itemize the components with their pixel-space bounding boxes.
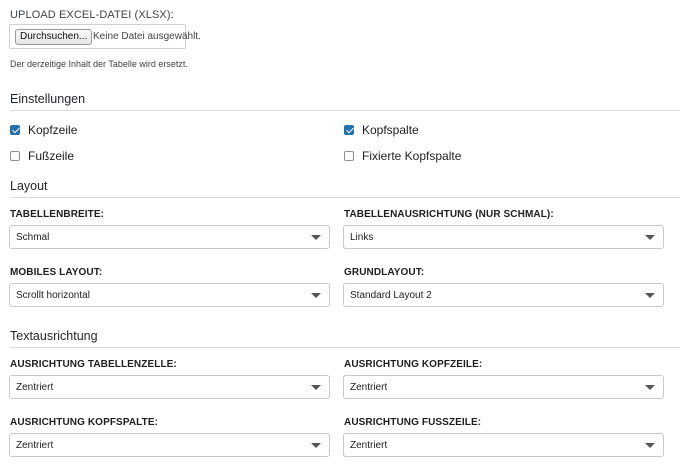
checkbox-fusszeile[interactable]: Fußzeile [10,149,74,163]
chevron-down-icon [311,442,321,448]
checkbox-fixierte-kopfspalte[interactable]: Fixierte Kopfspalte [344,149,461,163]
file-status: Keine Datei ausgewählt. [93,31,201,42]
footer-alignment-select[interactable]: Zentriert [343,433,664,457]
layout-title: Layout [10,179,48,193]
select-value: Scrollt horizontal [16,289,90,301]
checkbox-label: Fußzeile [28,149,75,163]
mobile-layout-label: MOBILES LAYOUT: [10,267,103,278]
base-layout-select[interactable]: Standard Layout 2 [343,283,664,307]
upload-note: Der derzeitige Inhalt der Tabelle wird e… [10,59,188,69]
checkbox-label: Kopfzeile [28,123,78,137]
text-alignment-title: Textausrichtung [10,329,98,343]
select-value: Zentriert [350,439,388,451]
checkbox-kopfspalte[interactable]: Kopfspalte [344,123,419,137]
checkbox-unchecked-icon[interactable] [10,151,20,161]
chevron-down-icon [645,384,655,390]
header-row-alignment-select[interactable]: Zentriert [343,375,664,399]
select-value: Schmal [16,231,50,243]
settings-title: Einstellungen [10,92,86,106]
settings-divider [10,110,680,111]
cell-alignment-select[interactable]: Zentriert [9,375,330,399]
checkbox-unchecked-icon[interactable] [344,151,354,161]
table-width-label: TABELLENBREITE: [10,209,105,220]
checkbox-kopfzeile[interactable]: Kopfzeile [10,123,77,137]
checkbox-label: Fixierte Kopfspalte [362,149,462,163]
chevron-down-icon [311,234,321,240]
cell-alignment-label: AUSRICHTUNG TABELLENZELLE: [10,359,177,370]
select-value: Standard Layout 2 [350,289,432,301]
browse-button[interactable]: Durchsuchen... [15,29,93,45]
mobile-layout-select[interactable]: Scrollt horizontal [9,283,330,307]
table-alignment-label: TABELLENAUSRICHTUNG (NUR SCHMAL): [344,209,554,220]
select-value: Zentriert [350,381,388,393]
checkbox-checked-icon[interactable] [344,125,354,135]
chevron-down-icon [645,234,655,240]
file-input[interactable]: Durchsuchen... Keine Datei ausgewählt. [9,24,201,49]
select-value: Zentriert [16,381,54,393]
chevron-down-icon [311,384,321,390]
select-value: Links [350,231,374,243]
checkbox-checked-icon[interactable] [10,125,20,135]
header-column-alignment-label: AUSRICHTUNG KOPFSPALTE: [10,417,159,428]
table-alignment-select[interactable]: Links [343,225,664,249]
footer-alignment-label: AUSRICHTUNG FUSSZEILE: [344,417,482,428]
upload-label: UPLOAD EXCEL-DATEI (XLSX): [10,9,174,21]
layout-divider [10,197,680,198]
chevron-down-icon [645,442,655,448]
text-alignment-divider [10,347,680,348]
checkbox-label: Kopfspalte [362,123,419,137]
select-value: Zentriert [16,439,54,451]
header-row-alignment-label: AUSRICHTUNG KOPFZEILE: [344,359,483,370]
base-layout-label: GRUNDLAYOUT: [344,267,425,278]
chevron-down-icon [645,292,655,298]
header-column-alignment-select[interactable]: Zentriert [9,433,330,457]
table-width-select[interactable]: Schmal [9,225,330,249]
chevron-down-icon [311,292,321,298]
